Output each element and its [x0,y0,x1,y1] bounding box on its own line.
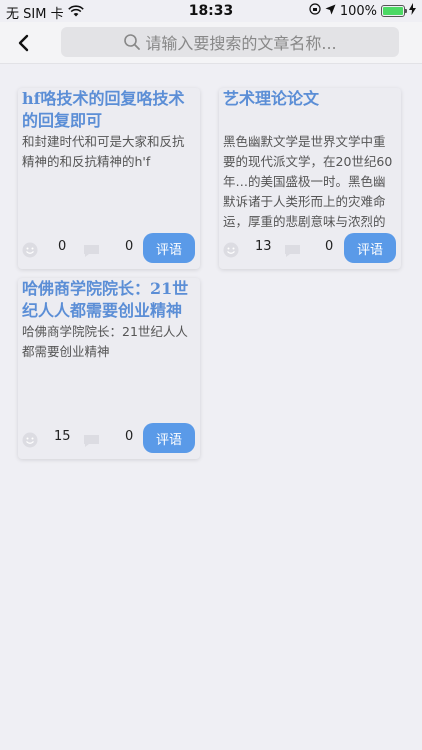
header-bar: 请输入要搜索的文章名称... [0,22,422,64]
status-bar: 无 SIM 卡 18:33 100% [0,0,422,22]
article-footer: 13 0 评语 [219,233,401,265]
battery-fill [383,7,403,15]
location-icon [325,4,336,19]
search-placeholder: 请输入要搜索的文章名称... [145,34,337,53]
article-card[interactable]: hf咯技术的回复咯技术的回复即可 和封建时代和可是大家和反抗精神的和反抗精神的h… [18,88,200,269]
battery-icon [381,5,407,17]
smile-icon[interactable] [22,432,38,452]
comment-icon[interactable] [83,433,100,452]
status-right: 100% [309,3,416,19]
review-button[interactable]: 评语 [344,233,396,263]
comment-count: 0 [325,239,334,254]
review-button[interactable]: 评语 [143,233,195,263]
comment-count: 0 [125,239,134,254]
battery-percent: 100% [339,3,377,19]
search-icon [124,34,141,50]
smile-icon[interactable] [22,242,38,262]
search-input[interactable]: 请输入要搜索的文章名称... [61,27,399,57]
smile-icon[interactable] [223,242,239,262]
article-title: 艺术理论论文 [223,89,320,108]
comment-icon[interactable] [284,243,301,262]
article-summary: 哈佛商学院院长：21世纪人人都需要创业精神 [22,324,188,359]
article-summary: 和封建时代和可是大家和反抗精神的和反抗精神的h'f [22,134,185,169]
lock-rotation-icon [309,3,321,19]
like-count: 13 [255,239,272,254]
article-card[interactable]: 哈佛商学院院长：21世纪人人都需要创业精神 哈佛商学院院长：21世纪人人都需要创… [18,278,200,459]
comment-count: 0 [125,429,134,444]
article-summary: 黑色幽默文学是世界文学中重要的现代派文学，在20世纪60年…的美国盛极一时。黑色… [223,134,393,229]
back-button[interactable] [10,30,36,56]
comment-icon[interactable] [83,243,100,262]
article-footer: 0 0 评语 [18,233,200,265]
like-count: 0 [58,239,67,254]
article-card[interactable]: 艺术理论论文 黑色幽默文学是世界文学中重要的现代派文学，在20世纪60年…的美国… [219,88,401,269]
article-title: 哈佛商学院院长：21世纪人人都需要创业精神 [22,279,189,320]
article-title: hf咯技术的回复咯技术的回复即可 [22,89,185,130]
like-count: 15 [54,429,71,444]
article-footer: 15 0 评语 [18,423,200,455]
charging-icon [409,3,416,19]
chevron-left-icon [18,34,29,52]
review-button[interactable]: 评语 [143,423,195,453]
